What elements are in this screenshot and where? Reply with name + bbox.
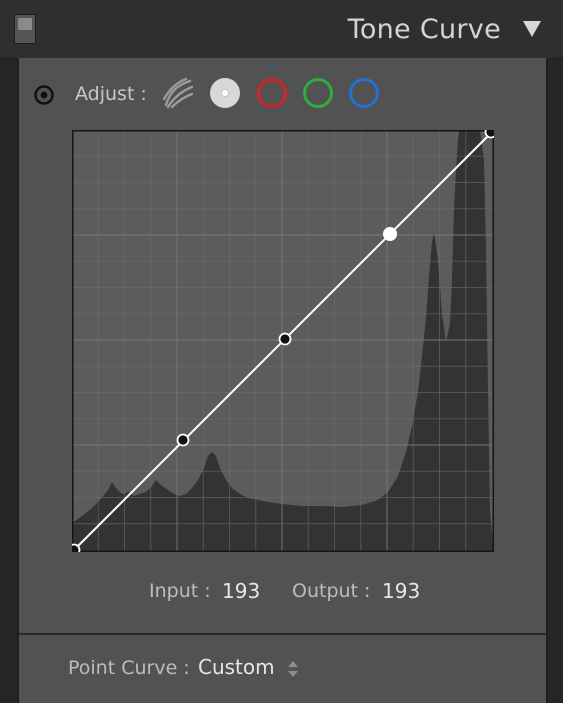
panel-switch[interactable]: [14, 14, 36, 44]
curve-point[interactable]: [278, 332, 292, 346]
updown-chevron-icon[interactable]: [287, 659, 299, 679]
output-label: Output :: [292, 580, 371, 602]
panel-title: Tone Curve: [347, 14, 501, 45]
parametric-icon[interactable]: [162, 77, 194, 109]
green-channel-icon[interactable]: [302, 77, 334, 109]
input-value: 193: [222, 579, 261, 603]
rgb-channel-icon[interactable]: [209, 77, 241, 109]
tone-curve-graph[interactable]: [72, 130, 494, 552]
section-divider: [19, 633, 546, 635]
output-value: 193: [382, 579, 421, 603]
curve-point[interactable]: [176, 433, 190, 447]
curve-point[interactable]: [484, 130, 495, 139]
point-curve-label: Point Curve :: [68, 657, 190, 679]
panel-header: Tone Curve: [0, 0, 563, 59]
target-adjustment-icon[interactable]: [33, 84, 55, 106]
point-curve-select[interactable]: Custom: [198, 655, 275, 679]
input-label: Input :: [149, 580, 211, 602]
blue-channel-icon[interactable]: [348, 77, 380, 109]
adjust-label: Adjust :: [75, 83, 147, 105]
red-channel-icon[interactable]: [256, 77, 288, 109]
curve-point-selected[interactable]: [383, 227, 397, 241]
curve-point[interactable]: [72, 543, 81, 553]
collapse-triangle-icon[interactable]: [521, 19, 543, 39]
